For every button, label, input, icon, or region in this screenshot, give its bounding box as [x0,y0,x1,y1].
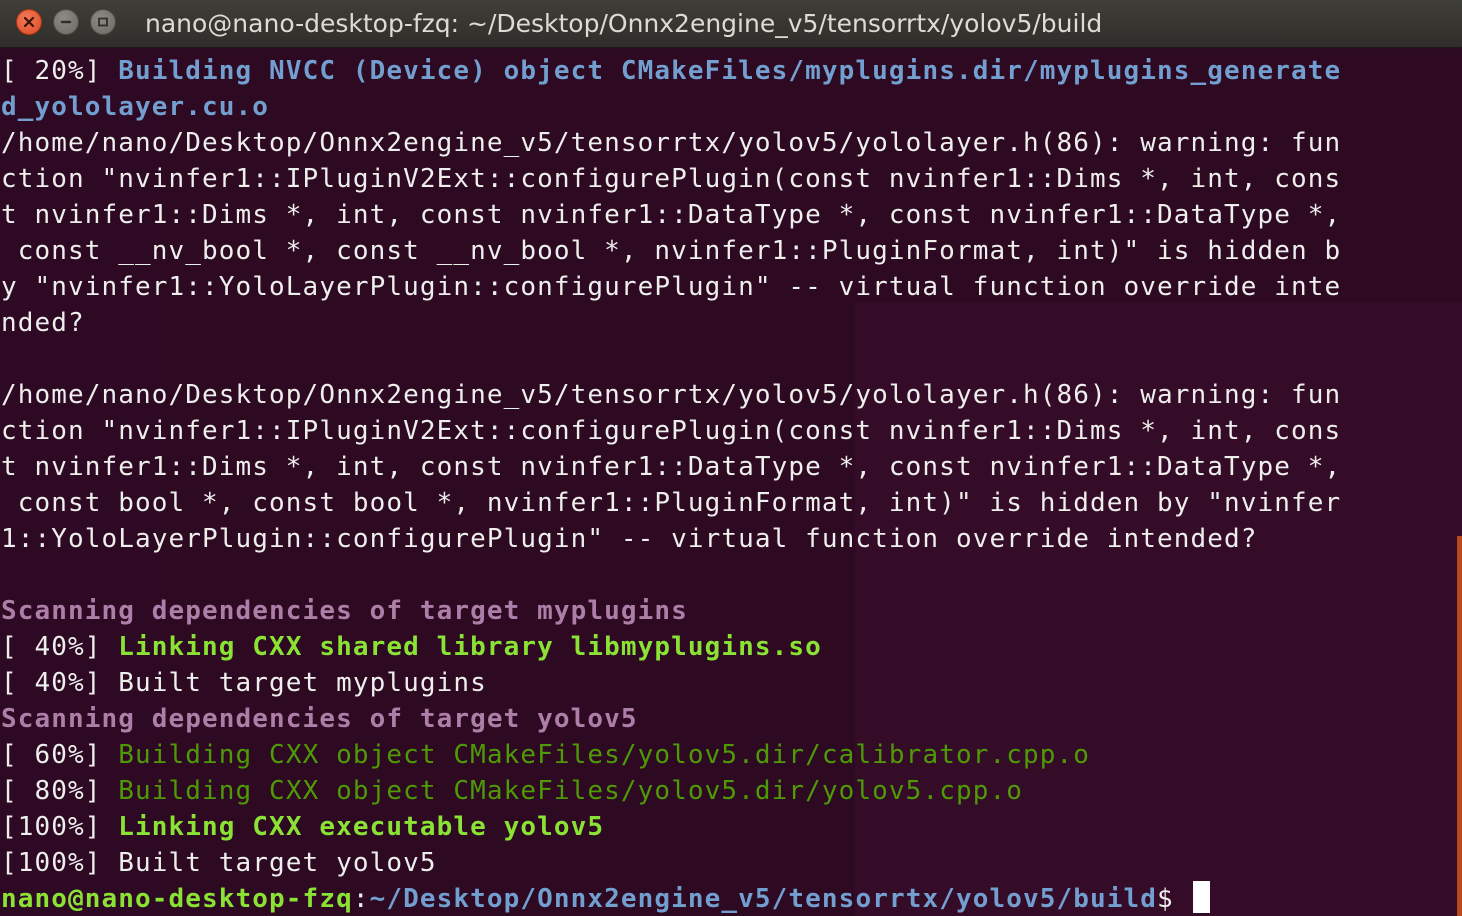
terminal-text: [ 20%] [1,56,119,86]
terminal-output: [ 20%] Building NVCC (Device) object CMa… [1,53,1341,916]
terminal-text: 1::YoloLayerPlugin::configurePlugin" -- … [1,524,1258,554]
terminal-text: [100%] Built target yolov5 [1,848,437,878]
terminal-text: t nvinfer1::Dims *, int, const nvinfer1:… [1,200,1342,230]
prompt-path: ~/Desktop/Onnx2engine_v5/tensorrtx/yolov… [369,884,1157,914]
terminal-text: Building CXX object CMakeFiles/yolov5.di… [118,740,1090,770]
window-title: nano@nano-desktop-fzq: ~/Desktop/Onnx2en… [145,9,1103,38]
terminal-line: /home/nano/Desktop/Onnx2engine_v5/tensor… [1,125,1341,161]
terminal-line: [ 60%] Building CXX object CMakeFiles/yo… [1,737,1341,773]
terminal-text: ction "nvinfer1::IPluginV2Ext::configure… [1,164,1342,194]
terminal-line: [ 40%] Built target myplugins [1,665,1341,701]
terminal-text: const bool *, const bool *, nvinfer1::Pl… [1,488,1342,518]
terminal-text: Linking CXX executable yolov5 [118,812,605,842]
terminal-line: /home/nano/Desktop/Onnx2engine_v5/tensor… [1,377,1341,413]
text-cursor [1192,881,1210,913]
prompt-separator: : [352,884,370,914]
terminal-line: ction "nvinfer1::IPluginV2Ext::configure… [1,161,1341,197]
close-button[interactable] [16,9,42,35]
terminal-text: [ 60%] [1,740,119,770]
minimize-button[interactable] [53,9,79,35]
terminal-line: t nvinfer1::Dims *, int, const nvinfer1:… [1,449,1341,485]
terminal-text: [ 40%] Built target myplugins [1,668,487,698]
title-bar[interactable]: nano@nano-desktop-fzq: ~/Desktop/Onnx2en… [0,0,1462,48]
terminal-text: nded? [1,308,85,338]
terminal-text: [ 40%] [1,632,119,662]
terminal-text: ction "nvinfer1::IPluginV2Ext::configure… [1,416,1342,446]
prompt-symbol: $ [1157,884,1191,914]
terminal-text: /home/nano/Desktop/Onnx2engine_v5/tensor… [1,128,1342,158]
prompt-user-host: nano@nano-desktop-fzq [1,884,353,914]
terminal-window: nano@nano-desktop-fzq: ~/Desktop/Onnx2en… [0,0,1462,916]
maximize-icon [97,16,109,28]
terminal-text: [100%] [1,812,119,842]
terminal-text: Linking CXX shared library libmyplugins.… [118,632,822,662]
terminal-text: y "nvinfer1::YoloLayerPlugin::configureP… [1,272,1342,302]
terminal-line: [100%] Linking CXX executable yolov5 [1,809,1341,845]
minimize-icon [60,16,72,28]
terminal-line: y "nvinfer1::YoloLayerPlugin::configureP… [1,269,1341,305]
terminal-text: Building NVCC (Device) object CMakeFiles… [118,56,1342,86]
terminal-line: nded? [1,305,1341,341]
terminal-text: /home/nano/Desktop/Onnx2engine_v5/tensor… [1,380,1342,410]
terminal-line: [ 40%] Linking CXX shared library libmyp… [1,629,1341,665]
terminal-text: d_yololayer.cu.o [1,92,270,122]
terminal-line: [ 20%] Building NVCC (Device) object CMa… [1,53,1341,89]
terminal-text: const __nv_bool *, const __nv_bool *, nv… [1,236,1342,266]
terminal-line: t nvinfer1::Dims *, int, const nvinfer1:… [1,197,1341,233]
terminal-text: Building CXX object CMakeFiles/yolov5.di… [118,776,1023,806]
terminal-text: [ 80%] [1,776,119,806]
terminal-line: Scanning dependencies of target yolov5 [1,701,1341,737]
close-icon [23,16,35,28]
terminal-line: [100%] Built target yolov5 [1,845,1341,881]
terminal-line: Scanning dependencies of target myplugin… [1,593,1341,629]
terminal-text: Scanning dependencies of target yolov5 [1,704,638,734]
scrollbar-thumb[interactable] [1457,536,1462,916]
terminal-text: Scanning dependencies of target myplugin… [1,596,688,626]
terminal-line: const __nv_bool *, const __nv_bool *, nv… [1,233,1341,269]
shell-prompt[interactable]: nano@nano-desktop-fzq:~/Desktop/Onnx2eng… [1,881,1341,916]
terminal-line: [ 80%] Building CXX object CMakeFiles/yo… [1,773,1341,809]
terminal-line: d_yololayer.cu.o [1,89,1341,125]
terminal-line: 1::YoloLayerPlugin::configurePlugin" -- … [1,521,1341,557]
maximize-button[interactable] [90,9,116,35]
terminal-line: ction "nvinfer1::IPluginV2Ext::configure… [1,413,1341,449]
terminal-area[interactable]: [ 20%] Building NVCC (Device) object CMa… [0,52,1462,916]
terminal-text: t nvinfer1::Dims *, int, const nvinfer1:… [1,452,1342,482]
terminal-line: const bool *, const bool *, nvinfer1::Pl… [1,485,1341,521]
